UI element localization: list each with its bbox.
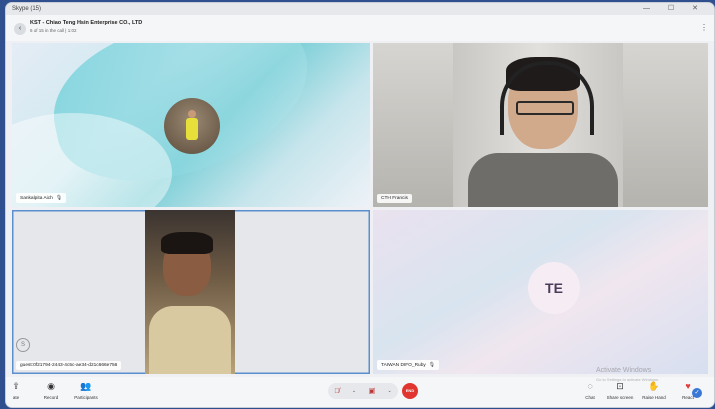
activation-watermark-sub: Go to Settings to activate Windows.	[596, 377, 660, 382]
mic-icon: 🎙	[428, 362, 436, 368]
participant-name-tag: guest:0f21794-2443-4c5c-ae34-d21c666e756	[16, 361, 122, 370]
window-controls[interactable]: — ☐ ✕	[643, 3, 706, 15]
participant-tile-4[interactable]: TE TAIWAN DIFO_Ruby 🎙	[373, 210, 708, 374]
skype-badge-icon: S	[16, 338, 30, 352]
avatar	[164, 98, 220, 154]
back-icon[interactable]: ‹	[14, 23, 26, 35]
participant-name: guest:0f21794-2443-4c5c-ae34-d21c666e756	[20, 363, 118, 368]
chevron-down-icon[interactable]: ⌄	[388, 388, 392, 394]
end-call-button[interactable]: END	[402, 383, 418, 399]
avatar-body	[186, 118, 198, 140]
participant-name: Sankalpita Aich	[20, 195, 53, 201]
participant-tile-2[interactable]: CTH Francis	[373, 43, 708, 207]
share-button[interactable]: ⇪ ate	[6, 380, 34, 400]
participant-tile-3[interactable]: S guest:0f21794-2443-4c5c-ae34-d21c666e7…	[12, 210, 370, 374]
react-badge-icon: ✓	[692, 388, 702, 398]
activation-watermark: Activate Windows	[596, 367, 652, 374]
participant-name: CTH Francis	[381, 196, 408, 201]
record-label: Record	[43, 395, 59, 400]
call-title: KST - Chiao Teng Hsin Enterprise CO., LT…	[30, 20, 143, 26]
av-controls: 🎙̸ ⌄ ▣̸ ⌄	[328, 383, 398, 399]
video-person-body	[149, 306, 231, 374]
mic-icon: 🎙	[55, 195, 63, 201]
participants-button[interactable]: 👥 Participants	[68, 380, 104, 400]
title-bar: Skype (15) — ☐ ✕	[6, 3, 714, 15]
share-screen-label: Share screen	[606, 395, 634, 400]
mic-off-icon[interactable]: 🎙̸	[334, 388, 339, 395]
more-options-icon[interactable]: ⋮	[700, 23, 708, 32]
video-feed	[145, 210, 235, 374]
avatar-head	[188, 110, 196, 118]
participants-icon: 👥	[80, 381, 92, 391]
raise-hand-label: Raise Hand	[642, 395, 666, 400]
avatar-initials: TE	[528, 262, 580, 314]
participants-label: Participants	[74, 395, 98, 400]
call-header: ‹ KST - Chiao Teng Hsin Enterprise CO., …	[6, 15, 714, 41]
video-person-body	[468, 153, 618, 207]
share-screen-button[interactable]: ⊡ Share screen	[602, 380, 638, 400]
participant-name-tag: Sankalpita Aich 🎙	[16, 193, 67, 203]
chevron-down-icon[interactable]: ⌄	[352, 388, 356, 394]
participant-name-tag: TAIWAN DIFO_Ruby 🎙	[377, 360, 440, 370]
participant-name: TAIWAN DIFO_Ruby	[381, 362, 426, 368]
video-person-hair	[161, 232, 213, 254]
camera-off-icon[interactable]: ▣̸	[369, 387, 376, 395]
raise-hand-button[interactable]: ✋ Raise Hand	[636, 380, 672, 400]
window-title: Skype (15)	[12, 6, 42, 12]
record-button[interactable]: ◉ Record	[33, 380, 69, 400]
share-label: ate	[12, 395, 20, 400]
participant-tile-1[interactable]: Sankalpita Aich 🎙	[12, 43, 370, 207]
participant-name-tag: CTH Francis	[377, 194, 412, 203]
call-window: Skype (15) — ☐ ✕ ‹ KST - Chiao Teng Hsin…	[6, 3, 714, 407]
share-icon: ⇪	[12, 381, 20, 391]
call-subtitle: 6 of 15 in the call | 1:02	[30, 28, 77, 33]
record-icon: ◉	[47, 381, 55, 391]
